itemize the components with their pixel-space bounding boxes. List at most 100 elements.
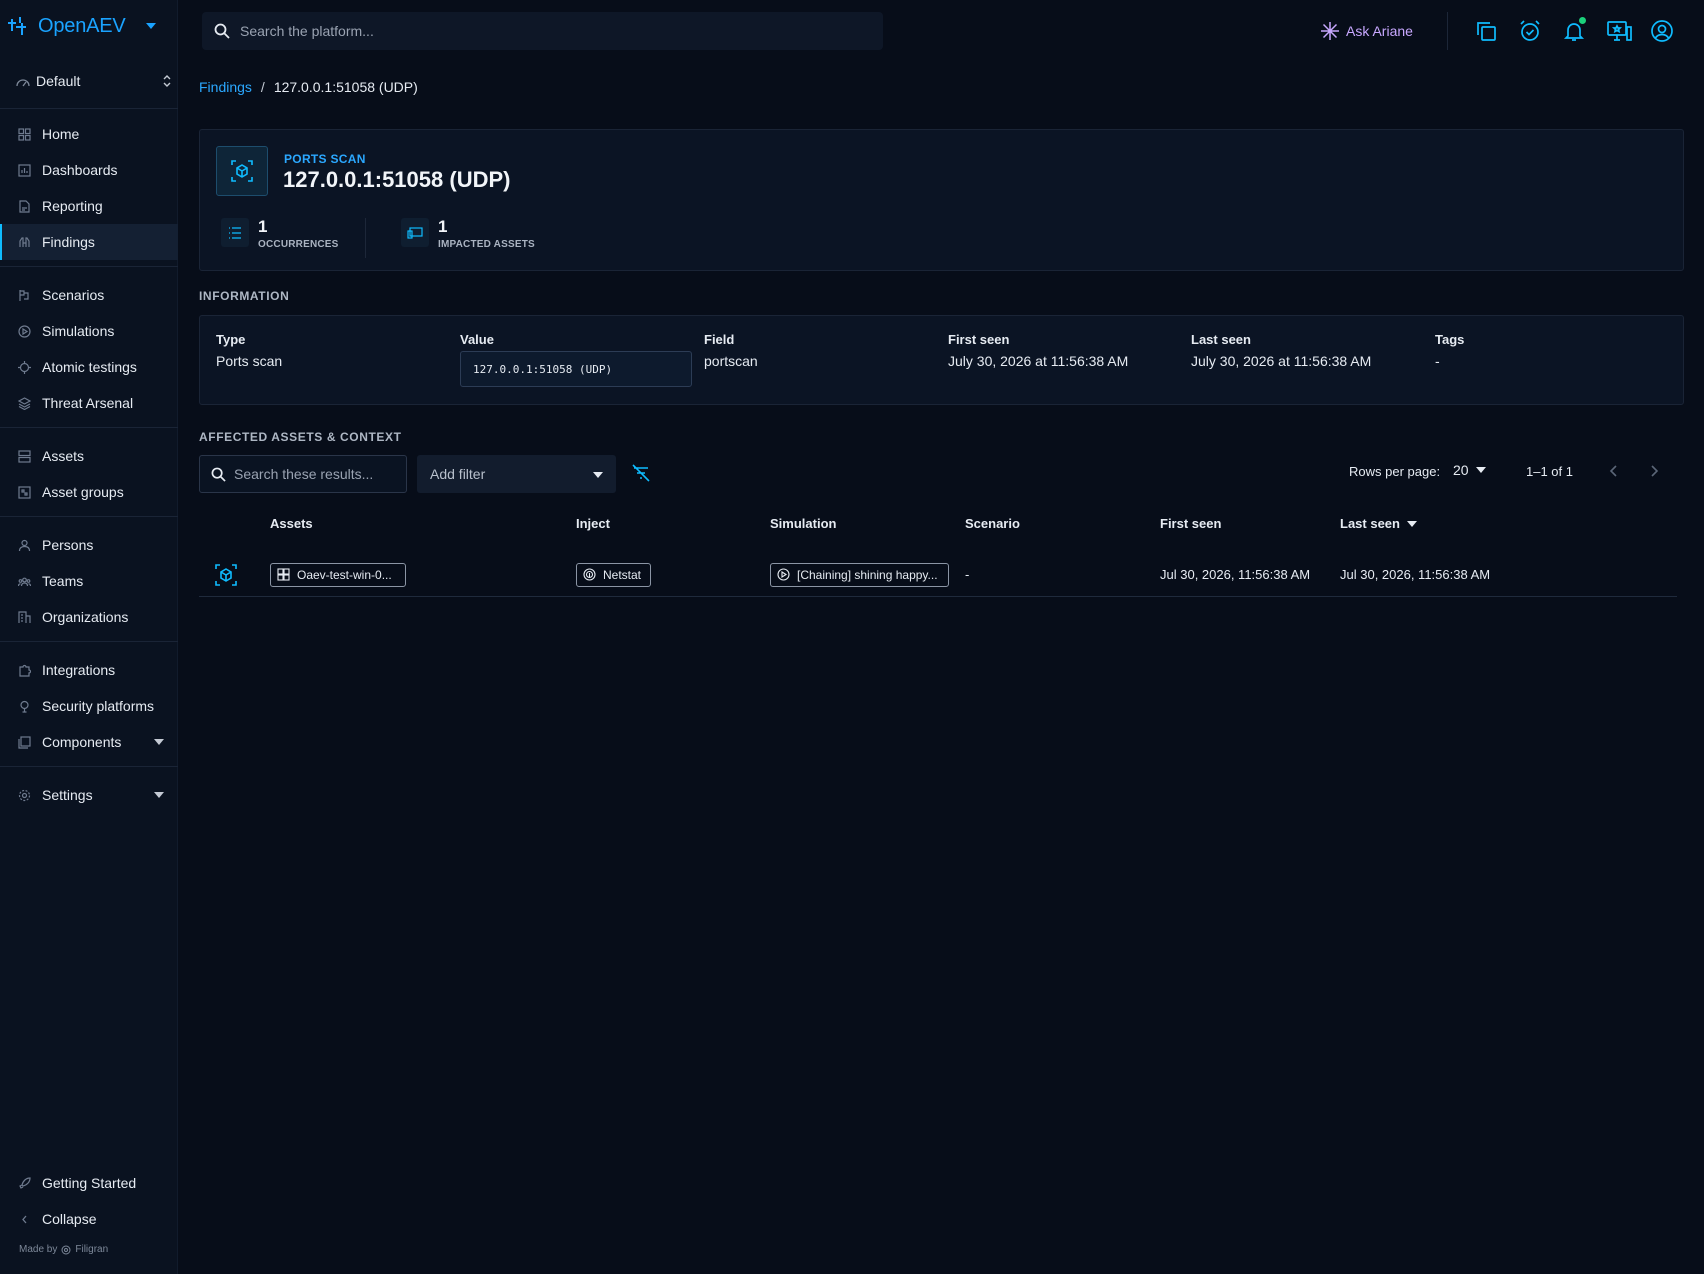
asset-chip[interactable]: Oaev-test-win-0... [270,562,406,587]
info-type: Type Ports scan [216,332,282,369]
sidebar-item-reporting[interactable]: Reporting [0,188,178,224]
sidebar-item-getting-started[interactable]: Getting Started [0,1165,178,1201]
stat-divider [365,218,366,258]
home-icon [18,127,31,141]
sidebar-item-security-platforms[interactable]: Security platforms [0,688,178,724]
occurrences-count: 1 [258,217,268,236]
column-header-simulation[interactable]: Simulation [770,516,836,531]
report-icon [19,199,30,213]
breadcrumb-findings-link[interactable]: Findings [199,79,252,95]
openaev-logo-icon [6,15,30,37]
sidebar-item-atomic-testings[interactable]: Atomic testings [0,349,178,385]
info-label: First seen [948,332,1010,347]
table-row[interactable]: Oaev-test-win-0... Netstat [Chaining] sh… [199,552,1677,597]
copy-windows-icon[interactable] [1474,19,1498,43]
info-value: - [1435,353,1440,369]
sidebar-item-label: Teams [42,573,84,589]
sidebar-collapse-button[interactable]: Collapse [0,1201,178,1237]
sidebar-item-label: Settings [42,787,93,803]
last-seen-cell: Jul 30, 2026, 11:56:38 AM [1340,567,1491,582]
sidebar-item-home[interactable]: Home [0,116,178,152]
binoculars-icon [19,236,30,247]
fingerprint-icon [583,568,596,581]
bell-icon[interactable] [1562,17,1586,43]
breadcrumb-separator: / [260,79,265,95]
sidebar-item-components[interactable]: Components [0,724,178,760]
sidebar-item-persons[interactable]: Persons [0,527,178,563]
sparkle-icon [1320,21,1340,41]
sidebar-item-simulations[interactable]: Simulations [0,313,178,349]
search-icon [211,467,226,482]
ask-ariane-label: Ask Ariane [1346,23,1413,39]
chart-icon [18,163,31,177]
screen-star-icon[interactable] [1606,19,1632,43]
account-circle-icon[interactable] [1650,19,1674,43]
chevron-down-icon[interactable] [145,23,156,29]
row-type-cube-icon [215,552,237,597]
chevron-down-icon [154,792,164,798]
sidebar: OpenAEV Default Home Dashboards Reportin… [0,0,178,1274]
search-input[interactable] [240,23,883,39]
global-search[interactable] [202,12,883,50]
layers-icon [18,396,31,410]
workspace-selector[interactable]: Default [16,70,172,92]
results-search-input[interactable] [234,466,415,482]
group-icon [18,577,31,586]
sidebar-item-label: Components [42,734,122,750]
nav-divider [0,108,178,109]
add-filter-select[interactable]: Add filter [417,455,616,493]
info-label: Last seen [1191,332,1251,347]
sidebar-item-assets[interactable]: Assets [0,438,178,474]
sidebar-item-settings[interactable]: Settings [0,777,178,813]
info-label: Field [704,332,735,347]
sidebar-item-label: Atomic testings [42,359,137,375]
clear-filters-icon[interactable] [631,463,651,483]
info-first-seen: First seen July 30, 2026 at 11:56:38 AM [948,332,1128,369]
impacted-assets-label: IMPACTED ASSETS [438,239,535,250]
simulation-chip[interactable]: [Chaining] shining happy... [770,562,949,587]
column-header-first-seen[interactable]: First seen [1160,516,1221,531]
next-page-button[interactable] [1647,464,1661,478]
search-icon [214,23,230,39]
sidebar-item-threat-arsenal[interactable]: Threat Arsenal [0,385,178,421]
alarm-check-icon[interactable] [1518,19,1542,43]
sidebar-item-label: Simulations [42,323,115,339]
windows-icon [277,568,290,581]
column-header-last-seen[interactable]: Last seen [1340,516,1417,531]
sidebar-item-scenarios[interactable]: Scenarios [0,277,178,313]
inject-name: Netstat [603,567,642,582]
building-icon [18,610,31,623]
info-value: portscan [704,353,758,369]
information-card: Type Ports scan Value 127.0.0.1:51058 (U… [199,315,1684,405]
sidebar-item-label: Collapse [42,1211,97,1227]
simulation-cell: [Chaining] shining happy... [770,552,949,597]
app-logo[interactable]: OpenAEV [6,12,156,40]
previous-page-button[interactable] [1607,464,1621,478]
breadcrumb: Findings / 127.0.0.1:51058 (UDP) [199,79,418,95]
pagination-range: 1–1 of 1 [1526,464,1573,479]
column-header-scenario[interactable]: Scenario [965,516,1020,531]
page-title: 127.0.0.1:51058 (UDP) [283,167,511,192]
nav-divider [0,427,178,428]
made-by: Made by Filigran [19,1244,108,1255]
library-icon [18,735,31,749]
sidebar-item-asset-groups[interactable]: Asset groups [0,474,178,510]
rows-per-page-select[interactable]: 20 [1453,462,1486,478]
results-search[interactable] [199,455,415,493]
sidebar-item-dashboards[interactable]: Dashboards [0,152,178,188]
info-value: July 30, 2026 at 11:56:38 AM [1191,353,1372,369]
column-header-assets[interactable]: Assets [270,516,313,531]
sidebar-item-label: Reporting [42,198,103,214]
nav-divider [0,516,178,517]
sidebar-item-label: Security platforms [42,698,155,714]
ask-ariane-button[interactable]: Ask Ariane [1320,20,1413,42]
scenario-icon [19,289,29,301]
sidebar-item-integrations[interactable]: Integrations [0,652,178,688]
value-code-box[interactable]: 127.0.0.1:51058 (UDP) [460,351,692,387]
sidebar-item-organizations[interactable]: Organizations [0,599,178,635]
column-header-inject[interactable]: Inject [576,516,610,531]
sidebar-item-teams[interactable]: Teams [0,563,178,599]
sidebar-item-findings[interactable]: Findings [0,224,178,260]
app-name: OpenAEV [38,14,126,37]
inject-chip[interactable]: Netstat [576,562,652,587]
